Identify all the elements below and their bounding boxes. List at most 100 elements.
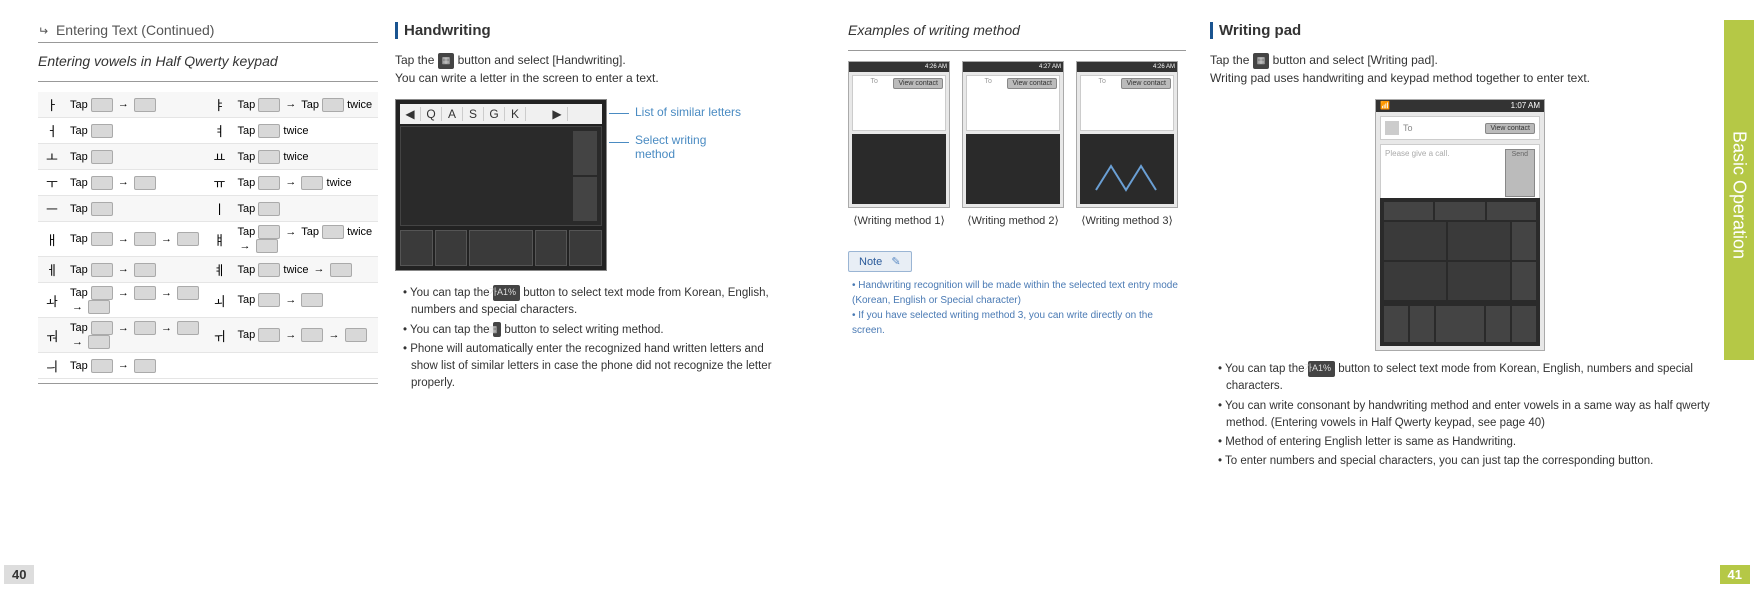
table-row: ㅜTap → ㅠTap → twice [38,170,378,196]
vowel-char: ㅖ [206,257,234,283]
message-field: Please give a call. Send [1380,144,1540,202]
key-sequence: Tap → [66,92,206,118]
symbol-key [1486,306,1510,342]
key-icon [88,335,110,349]
handwriting-screenshot: ◀QASGK ▶ [395,99,607,271]
writing-cell [1448,262,1510,300]
vowel-char: ㅔ [38,257,66,283]
backspace-icon [1512,262,1536,300]
writing-methods-row: 4:26 AM To View contact Please give a ca… [848,61,1186,227]
similar-letters-row: ◀QASGK ▶ [400,104,602,124]
key-sequence: Tap [66,118,206,144]
bullet-item: • You can tap the 가A1% button to select … [1218,361,1710,396]
letter-cell: G [484,107,505,121]
key-sequence: Tap → Tap twice [234,92,378,118]
table-row: ㅓTap ㅕTap twice [38,118,378,144]
writing-method-icon: ▦ [493,322,502,338]
key-icon [91,359,113,373]
table-row: ㅢTap → [38,353,378,379]
table-row: ㅗTap ㅛTap twice [38,144,378,170]
pad-key [1435,202,1484,220]
key-icon [91,321,113,335]
note-badge: Note ✎ [848,251,912,272]
key-sequence: Tap twice [234,118,378,144]
keypad-area [852,134,946,204]
bullet-item: • Method of entering English letter is s… [1218,434,1710,451]
space-key [469,230,532,266]
bullet-item: • You can tap the ▦ button to select wri… [403,322,785,339]
bullet-item: • To enter numbers and special character… [1218,453,1710,470]
page-number-right: 41 [1720,565,1750,584]
enter-icon [1512,306,1536,342]
method-label: ⟨Writing method 3⟩ [1076,214,1178,227]
key-icon [91,286,113,300]
table-row: ㅐTap → → ㅒTap → Tap twice → [38,222,378,257]
callout-line [609,113,629,114]
key-icon [88,300,110,314]
subtitle-examples: Examples of writing method [848,22,1186,38]
vowel-char [206,353,234,379]
key-sequence: Tap → → [234,318,378,353]
bullet-item: • You can write consonant by handwriting… [1218,398,1710,433]
key-icon [134,286,156,300]
status-bar: 4:26 AM [849,62,949,72]
handwriting-intro: Tap the ▦ button and select [Handwriting… [395,51,785,87]
status-bar: 📶 1:07 AM [1376,100,1544,112]
status-bar: 4:27 AM [963,62,1063,72]
vowel-char: ㅟ [206,318,234,353]
key-sequence: Tap → → → [66,318,206,353]
key-sequence: Tap → → → [66,283,206,318]
writing-method-item: 4:26 AM To View contact Please give a ca… [1076,61,1178,227]
writing-canvas [400,126,602,226]
keyboard-icon [1384,306,1408,342]
method-screenshot: 4:26 AM To View contact Please give a ca… [1076,61,1178,208]
divider [38,383,378,384]
subtitle-vowels: Entering vowels in Half Qwerty keypad [38,53,378,69]
key-icon [91,176,113,190]
vowel-char: ㅚ [206,283,234,318]
vowel-char: ㅕ [206,118,234,144]
column-writing-pad: Writing pad Tap the ▦ button and select … [1210,22,1710,473]
key-icon [258,98,280,112]
key-icon [301,176,323,190]
key-icon [91,150,113,164]
letter-cell: A [442,107,463,121]
callout-line [609,142,629,143]
writing-pad-bullets: • You can tap the 가A1% button to select … [1210,361,1710,471]
key-sequence: Tap [66,144,206,170]
key-icon [258,176,280,190]
callout-similar-letters: List of similar letters [635,105,741,119]
to-label: To [1403,123,1413,133]
key-sequence: Tap → [66,170,206,196]
key-sequence: Tap → Tap twice → [234,222,378,257]
key-icon [177,286,199,300]
key-icon [330,263,352,277]
key-sequence: Tap → [234,283,378,318]
key-icon [177,321,199,335]
handwriting-bullets: • You can tap the 가A1% button to select … [395,285,785,393]
key-sequence: Tap → twice [234,170,378,196]
to-field: To View contact [1080,75,1174,131]
column-examples: Examples of writing method 4:26 AM To Vi… [848,22,1186,338]
key-icon [91,263,113,277]
pencil-icon: ✎ [891,256,900,268]
key-icon [256,239,278,253]
key-icon [301,328,323,342]
breadcrumb: ↵ Entering Text (Continued) [38,22,378,38]
divider [38,42,378,43]
writing-pad-intro: Tap the ▦ button and select [Writing pad… [1210,51,1710,87]
callout-select-method: Select writing method [635,133,745,161]
table-row: ㅔTap → ㅖTap twice → [38,257,378,283]
mode-button-icon: 가A1% [1308,361,1335,377]
key-sequence: Tap [66,196,206,222]
key-icon [134,176,156,190]
method-label: ⟨Writing method 1⟩ [848,214,950,227]
key-icon [91,202,113,216]
pad-key [1487,202,1536,220]
enter-icon [569,230,602,266]
vowel-char: ㅛ [206,144,234,170]
breadcrumb-icon: ↵ [38,24,48,38]
heading-handwriting: Handwriting [395,22,785,39]
vowel-char: ㅏ [38,92,66,118]
note-line: • Handwriting recognition will be made w… [852,278,1186,308]
